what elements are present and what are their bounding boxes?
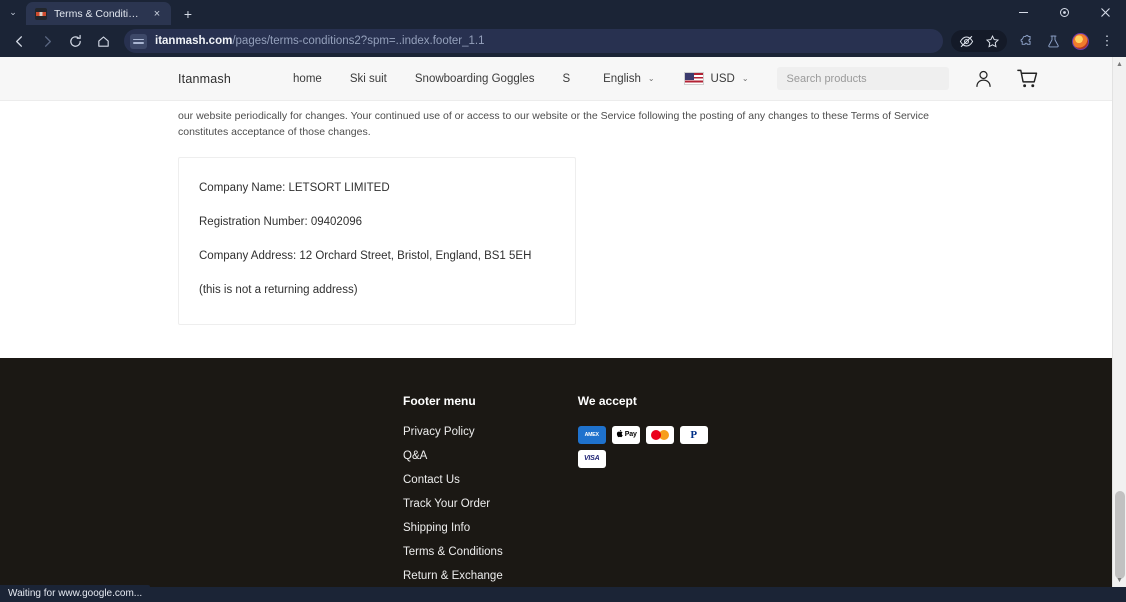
site-footer: Footer menu Privacy Policy Q&A Contact U… bbox=[0, 357, 1114, 587]
eye-slash-icon[interactable] bbox=[953, 28, 979, 54]
we-accept-title: We accept bbox=[577, 393, 637, 408]
apple-pay-icon: Pay bbox=[611, 425, 640, 444]
company-info-card: Company Name: LETSORT LIMITED Registrati… bbox=[178, 156, 576, 325]
terms-paragraph: our website periodically for changes. Yo… bbox=[178, 110, 929, 138]
tab-search-caret-icon[interactable]: ⌄ bbox=[0, 0, 26, 25]
browser-menu-icon[interactable]: ⋮ bbox=[1094, 28, 1120, 54]
scrollbar-up-arrow-icon[interactable]: ▲ bbox=[1113, 57, 1126, 71]
us-flag-icon bbox=[683, 72, 704, 85]
tab-favicon-icon bbox=[35, 7, 47, 20]
new-tab-button[interactable]: + bbox=[175, 2, 201, 25]
page-scrollbar[interactable]: ▲ ▼ bbox=[1112, 57, 1126, 587]
nav-link-s[interactable]: S bbox=[562, 73, 570, 85]
site-logo[interactable]: Itanmash bbox=[178, 72, 231, 86]
returning-address-note: (this is not a returning address) bbox=[199, 283, 358, 296]
footer-link-privacy-policy[interactable]: Privacy Policy bbox=[403, 426, 503, 438]
amex-icon: AMEX bbox=[577, 425, 606, 444]
mastercard-icon bbox=[645, 425, 674, 444]
chevron-down-icon: ⌄ bbox=[647, 74, 655, 83]
url-host: itanmash.com bbox=[155, 35, 233, 47]
bookmark-star-icon[interactable] bbox=[979, 28, 1005, 54]
omnibox-actions-pill bbox=[951, 30, 1007, 52]
company-address-line: Company Address: 12 Orchard Street, Bris… bbox=[199, 249, 532, 262]
footer-link-shipping-info[interactable]: Shipping Info bbox=[403, 522, 503, 534]
browser-toolbar: itanmash.com/pages/terms-conditions2?spm… bbox=[0, 25, 1126, 57]
search-box[interactable] bbox=[776, 67, 949, 90]
back-button[interactable] bbox=[6, 28, 32, 54]
extensions-puzzle-icon[interactable] bbox=[1013, 28, 1039, 54]
nav-link-home[interactable]: home bbox=[293, 73, 322, 85]
web-page: Itanmash home Ski suit Snowboarding Gogg… bbox=[0, 57, 1114, 587]
window-controls bbox=[1003, 0, 1126, 25]
footer-link-terms-conditions[interactable]: Terms & Conditions bbox=[403, 546, 503, 558]
labs-flask-icon[interactable] bbox=[1040, 28, 1066, 54]
nav-link-ski-suit[interactable]: Ski suit bbox=[350, 73, 387, 85]
status-bar: Waiting for www.google.com... bbox=[0, 585, 151, 602]
currency-value: USD bbox=[710, 72, 735, 85]
footer-link-return-exchange[interactable]: Return & Exchange bbox=[403, 570, 503, 582]
nav-link-snowboarding-goggles[interactable]: Snowboarding Goggles bbox=[415, 73, 535, 85]
site-settings-icon[interactable] bbox=[130, 33, 147, 49]
page-content: our website periodically for changes. Yo… bbox=[0, 101, 1114, 325]
browser-titlebar: ⌄ Terms & Conditions × + bbox=[0, 0, 1126, 25]
registration-number-line: Registration Number: 09402096 bbox=[199, 215, 363, 228]
browser-tab[interactable]: Terms & Conditions × bbox=[26, 2, 171, 25]
address-bar-url: itanmash.com/pages/terms-conditions2?spm… bbox=[155, 35, 485, 47]
apple-pay-label: Pay bbox=[624, 431, 637, 439]
tab-close-icon[interactable]: × bbox=[150, 7, 164, 21]
payment-methods-list: AMEX Pay P VISA bbox=[577, 425, 710, 468]
visa-icon: VISA bbox=[577, 449, 606, 468]
footer-menu-column: Footer menu Privacy Policy Q&A Contact U… bbox=[403, 394, 503, 587]
maximize-button[interactable] bbox=[1044, 0, 1085, 25]
footer-link-qa[interactable]: Q&A bbox=[403, 450, 503, 462]
footer-link-contact-us[interactable]: Contact Us bbox=[403, 474, 503, 486]
footer-menu-links: Privacy Policy Q&A Contact Us Track Your… bbox=[403, 426, 503, 587]
search-input[interactable] bbox=[786, 72, 939, 85]
user-icon[interactable] bbox=[973, 68, 994, 89]
reload-button[interactable] bbox=[62, 28, 88, 54]
home-button[interactable] bbox=[90, 28, 116, 54]
browser-window: ⌄ Terms & Conditions × + itanmash.com/pa… bbox=[0, 0, 1126, 602]
currency-selector[interactable]: USD ⌄ bbox=[683, 72, 749, 85]
url-path: /pages/terms-conditions2?spm=..index.foo… bbox=[232, 35, 485, 47]
cart-icon[interactable] bbox=[1016, 67, 1039, 90]
footer-columns: Footer menu Privacy Policy Q&A Contact U… bbox=[0, 394, 1114, 587]
payments-column: We accept AMEX Pay P VISA bbox=[577, 393, 710, 587]
footer-link-track-your-order[interactable]: Track Your Order bbox=[403, 498, 503, 510]
company-name-line: Company Name: LETSORT LIMITED bbox=[199, 181, 390, 194]
site-nav: home Ski suit Snowboarding Goggles S bbox=[293, 73, 570, 85]
tab-title: Terms & Conditions bbox=[54, 7, 143, 20]
header-icons bbox=[973, 67, 1039, 90]
paypal-icon: P bbox=[679, 425, 708, 444]
profile-avatar[interactable] bbox=[1067, 28, 1093, 54]
minimize-button[interactable] bbox=[1003, 0, 1044, 25]
forward-button[interactable] bbox=[34, 28, 60, 54]
site-header: Itanmash home Ski suit Snowboarding Gogg… bbox=[0, 57, 1114, 101]
language-selector[interactable]: English ⌄ bbox=[603, 73, 654, 85]
chevron-down-icon: ⌄ bbox=[741, 74, 749, 83]
toolbar-actions: ⋮ bbox=[951, 28, 1120, 54]
address-bar[interactable]: itanmash.com/pages/terms-conditions2?spm… bbox=[124, 29, 943, 53]
close-window-button[interactable] bbox=[1085, 0, 1126, 25]
scrollbar-down-arrow-icon[interactable]: ▼ bbox=[1113, 573, 1126, 587]
page-viewport: Itanmash home Ski suit Snowboarding Gogg… bbox=[0, 57, 1126, 587]
language-value: English bbox=[603, 72, 641, 85]
footer-menu-title: Footer menu bbox=[403, 393, 476, 408]
scrollbar-thumb[interactable] bbox=[1115, 491, 1125, 579]
